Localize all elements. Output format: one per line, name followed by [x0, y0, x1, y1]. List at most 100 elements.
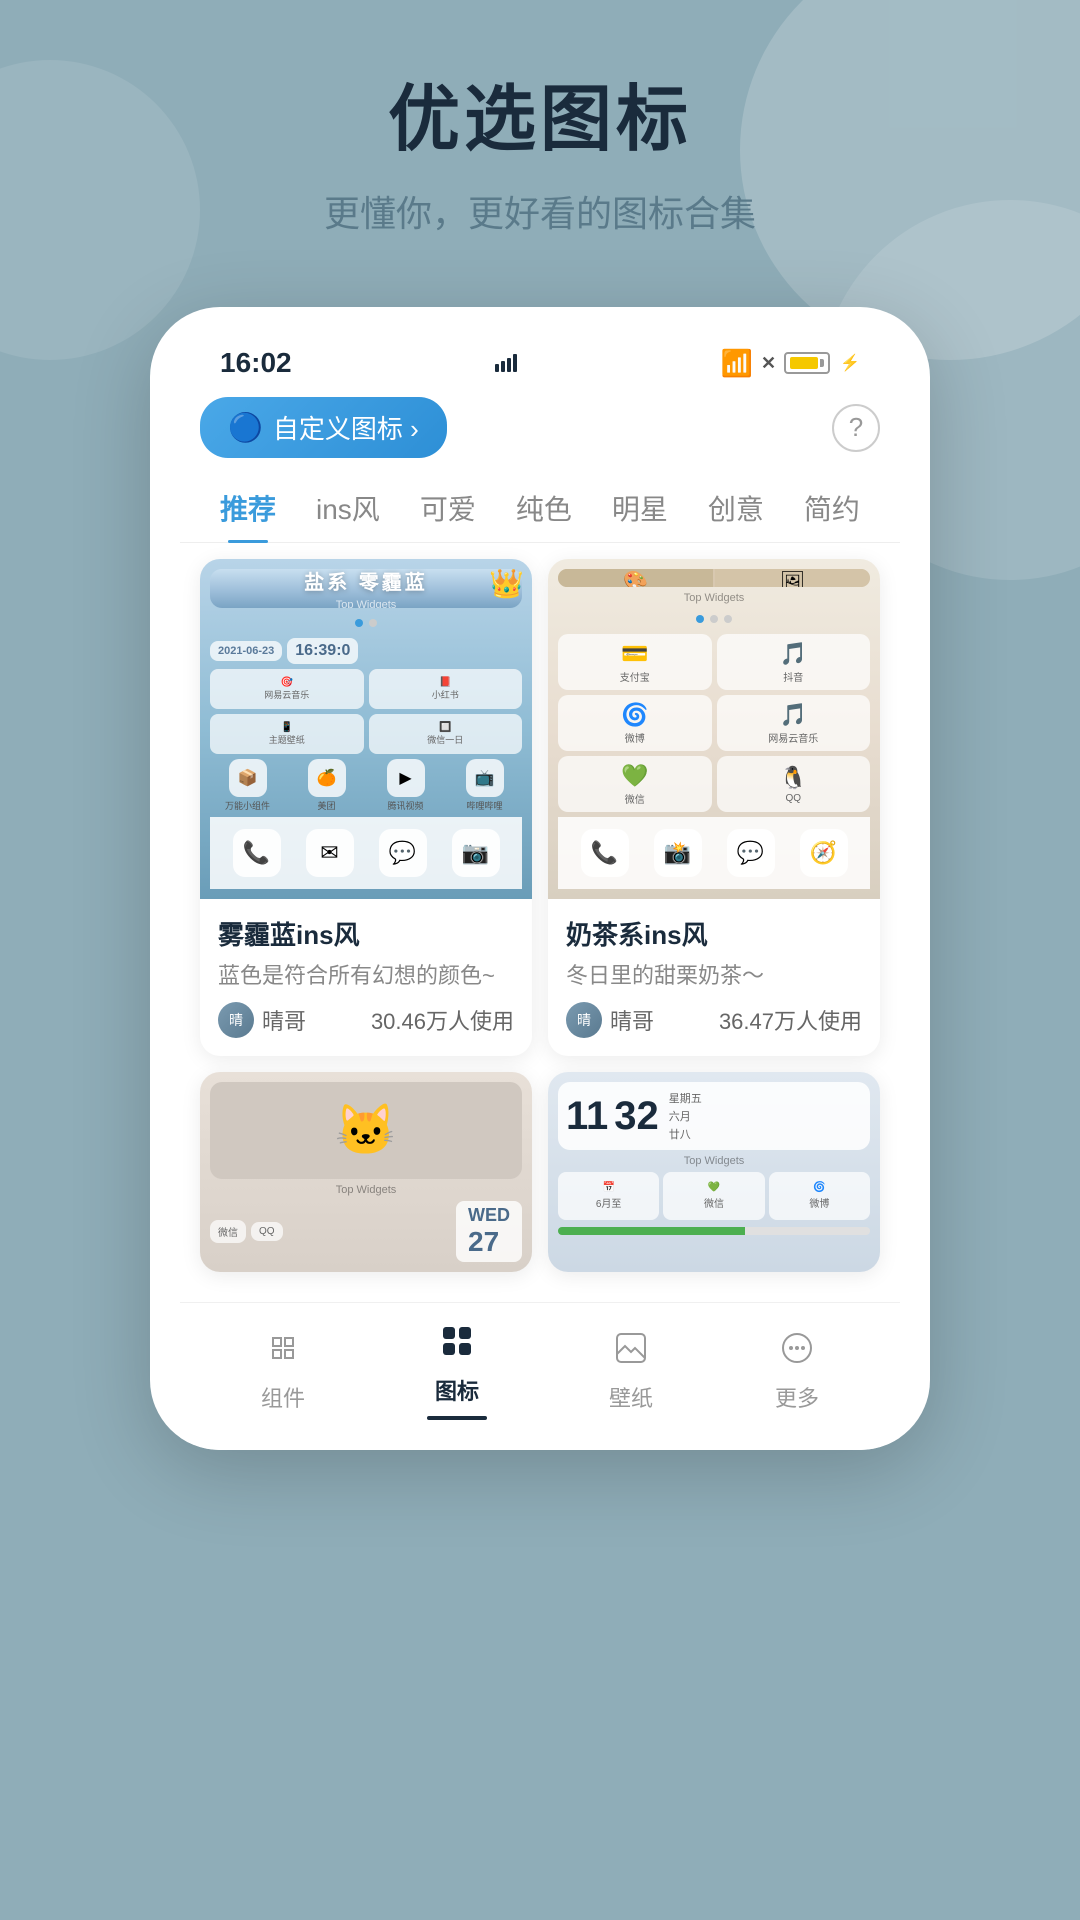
nav-more-icon [779, 1330, 815, 1375]
theme-card-cat[interactable]: 🐱 Top Widgets 微信 QQ WED27 [200, 1072, 532, 1272]
dock-mail-blue[interactable]: ✉ [306, 829, 354, 877]
wifi-icon: 📶 [721, 348, 753, 379]
cat-icon: 🐱 [335, 1101, 397, 1160]
nav-widgets-icon [265, 1330, 301, 1375]
cal-app-label-1: 6月至 [596, 1195, 622, 1210]
phone-container: 16:02 📶 ✕ ⚡ 🔵 自定义图标 › [150, 307, 930, 1450]
calendar-widget: 11 32 星期五 六月 廿八 [558, 1082, 870, 1150]
bolt-icon: ⚡ [840, 353, 860, 373]
app-label-bili: 哔哩哔哩 [466, 799, 502, 812]
tab-recommend[interactable]: 推荐 [200, 474, 296, 542]
tab-star[interactable]: 明星 [592, 474, 688, 542]
dock-compass-cream[interactable]: 🧭 [800, 829, 848, 877]
author-name-cream: 晴哥 [610, 1004, 654, 1036]
x-icon: ✕ [761, 353, 776, 374]
widget-label-1: 网易云音乐 [264, 688, 309, 701]
widget-icon-2: 📕 [439, 677, 451, 688]
app-icon-bili: 📺 [466, 759, 504, 797]
app-icon-netease: 🎵 [780, 702, 807, 728]
nav-active-indicator [427, 1416, 487, 1420]
status-icons: 📶 ✕ ⚡ [721, 348, 860, 379]
cal-app-icon-3: 🌀 [813, 1182, 825, 1193]
app-icon-wanjian: 📦 [229, 759, 267, 797]
author-avatar-cream: 晴 [566, 1002, 602, 1038]
dock-message-blue[interactable]: 💬 [379, 829, 427, 877]
app-label-netease: 网易云音乐 [768, 730, 818, 745]
dock-blue: 📞 ✉ 💬 📷 [210, 817, 522, 889]
nav-more[interactable]: 更多 [775, 1330, 819, 1413]
app-label-alipay: 支付宝 [620, 669, 650, 684]
dock-camera-blue[interactable]: 📷 [452, 829, 500, 877]
help-button[interactable]: ? [832, 404, 880, 452]
widget-label-4: 微信一日 [427, 733, 463, 746]
custom-icon-row: 🔵 自定义图标 › ? [180, 389, 900, 474]
cards-grid: 👑 盐系 零霾蓝 Top Widgets [180, 559, 900, 1292]
card-preview-cream: 🎨 🖼 📦 🌸 Top Widgets [548, 559, 880, 899]
tab-solid[interactable]: 纯色 [496, 474, 592, 542]
help-icon: ? [849, 412, 863, 443]
app-icon-douyin: 🎵 [780, 641, 807, 667]
cal-app-icon-2: 💚 [708, 1182, 720, 1193]
theme-card-blue[interactable]: 👑 盐系 零霾蓝 Top Widgets [200, 559, 532, 1056]
battery-icon [784, 352, 830, 374]
nav-wallpaper-icon [613, 1330, 649, 1375]
progress-bar [558, 1227, 870, 1235]
status-bar: 16:02 📶 ✕ ⚡ [180, 337, 900, 389]
nav-more-label: 更多 [775, 1381, 819, 1413]
nav-wallpaper-label: 壁纸 [609, 1381, 653, 1413]
tab-cute[interactable]: 可爱 [400, 474, 496, 542]
app-label-meituan: 美团 [317, 799, 335, 812]
dock-phone-cream[interactable]: 📞 [581, 829, 629, 877]
page-subtitle: 更懂你，更好看的图标合集 [40, 185, 1040, 237]
card-title-cream: 奶茶系ins风 [566, 915, 862, 952]
theme-card-calendar[interactable]: 11 32 星期五 六月 廿八 Top Widgets [548, 1072, 880, 1272]
dock-cream: 📞 📸 💬 🧭 [558, 817, 870, 889]
card-meta-blue: 晴 晴哥 30.46万人使用 [218, 1002, 514, 1038]
nav-widgets-label: 组件 [261, 1381, 305, 1413]
nav-wallpaper[interactable]: 壁纸 [609, 1330, 653, 1413]
custom-icon-button[interactable]: 🔵 自定义图标 › [200, 397, 447, 458]
author-avatar-blue: 晴 [218, 1002, 254, 1038]
app-label-wechat: 微信 [625, 791, 645, 806]
cal-app-label-2: 微信 [704, 1195, 724, 1210]
tabs-row: 推荐 ins风 可爱 纯色 明星 创意 简约 [180, 474, 900, 543]
widget-icon-1: 🎯 [281, 677, 293, 688]
bottom-nav: 组件 图标 [180, 1302, 900, 1450]
app-label-tencent: 腾讯视频 [387, 799, 423, 812]
custom-icon-emoji: 🔵 [228, 411, 263, 444]
card-preview-calendar: 11 32 星期五 六月 廿八 Top Widgets [548, 1072, 880, 1272]
page-title: 优选图标 [40, 60, 1040, 165]
cal-app-icon-1: 📅 [602, 1182, 614, 1193]
widget-label-3: 主题壁纸 [269, 733, 305, 746]
app-label-douyin: 抖音 [783, 669, 803, 684]
nav-icons-icon [439, 1323, 475, 1368]
card-info-cream: 奶茶系ins风 冬日里的甜栗奶茶～ 晴 晴哥 36.47万人使用 [548, 899, 880, 1056]
dock-phone-blue[interactable]: 📞 [233, 829, 281, 877]
dock-message-cream[interactable]: 💬 [727, 829, 775, 877]
widget-icon-4: 🔲 [439, 722, 451, 733]
sky-area: 盐系 零霾蓝 Top Widgets [210, 569, 522, 608]
custom-icon-label: 自定义图标 › [273, 409, 419, 446]
nav-widgets[interactable]: 组件 [261, 1330, 305, 1413]
app-icon-alipay: 💳 [621, 641, 648, 667]
card-desc-blue: 蓝色是符合所有幻想的颜色~ [218, 958, 514, 990]
widget-icon-3: 📱 [281, 722, 293, 733]
usage-count-cream: 36.47万人使用 [719, 1004, 862, 1036]
signal-icon [495, 354, 517, 372]
page-header: 优选图标 更懂你，更好看的图标合集 [0, 0, 1080, 277]
widget-label-2: 小红书 [432, 688, 459, 701]
status-time: 16:02 [220, 347, 292, 379]
app-icon-weibo: 🌀 [621, 702, 648, 728]
top-widgets-label: Top Widgets [304, 599, 428, 608]
theme-card-cream[interactable]: 🎨 🖼 📦 🌸 Top Widgets [548, 559, 880, 1056]
card-preview-cat: 🐱 Top Widgets 微信 QQ WED27 [200, 1072, 532, 1272]
author-name-blue: 晴哥 [262, 1004, 306, 1036]
nav-icons[interactable]: 图标 [427, 1323, 487, 1420]
tab-creative[interactable]: 创意 [688, 474, 784, 542]
cream-collage: 🎨 🖼 📦 🌸 [558, 569, 870, 587]
tab-ins[interactable]: ins风 [296, 474, 400, 542]
card-desc-cream: 冬日里的甜栗奶茶～ [566, 958, 862, 990]
top-widgets-label-cream: Top Widgets [558, 592, 870, 604]
tab-simple[interactable]: 简约 [784, 474, 880, 542]
dock-instagram-cream[interactable]: 📸 [654, 829, 702, 877]
